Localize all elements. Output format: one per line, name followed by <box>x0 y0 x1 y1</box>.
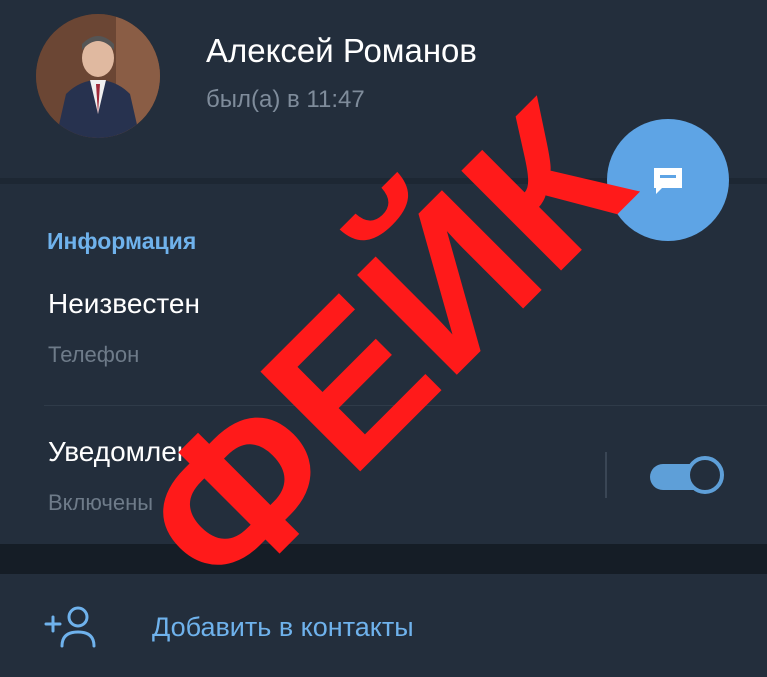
notifications-label[interactable]: Уведомления <box>48 436 223 468</box>
profile-name: Алексей Романов <box>206 32 477 69</box>
add-user-icon <box>44 604 96 648</box>
message-fab[interactable] <box>607 119 729 241</box>
notifications-caption: Включены <box>48 490 154 515</box>
row-divider <box>44 405 767 406</box>
avatar-image <box>36 14 160 138</box>
info-section-title: Информация <box>47 228 197 254</box>
toggle-knob <box>686 456 724 494</box>
last-seen-status: был(а) в 11:47 <box>206 86 365 113</box>
phone-value[interactable]: Неизвестен <box>48 288 200 320</box>
notifications-toggle[interactable] <box>650 456 724 496</box>
section-gap <box>0 544 767 574</box>
add-contact-button[interactable]: Добавить в контакты <box>152 612 414 643</box>
message-icon <box>654 168 682 194</box>
avatar[interactable] <box>36 14 160 138</box>
phone-caption: Телефон <box>48 342 140 367</box>
toggle-divider <box>605 452 607 498</box>
